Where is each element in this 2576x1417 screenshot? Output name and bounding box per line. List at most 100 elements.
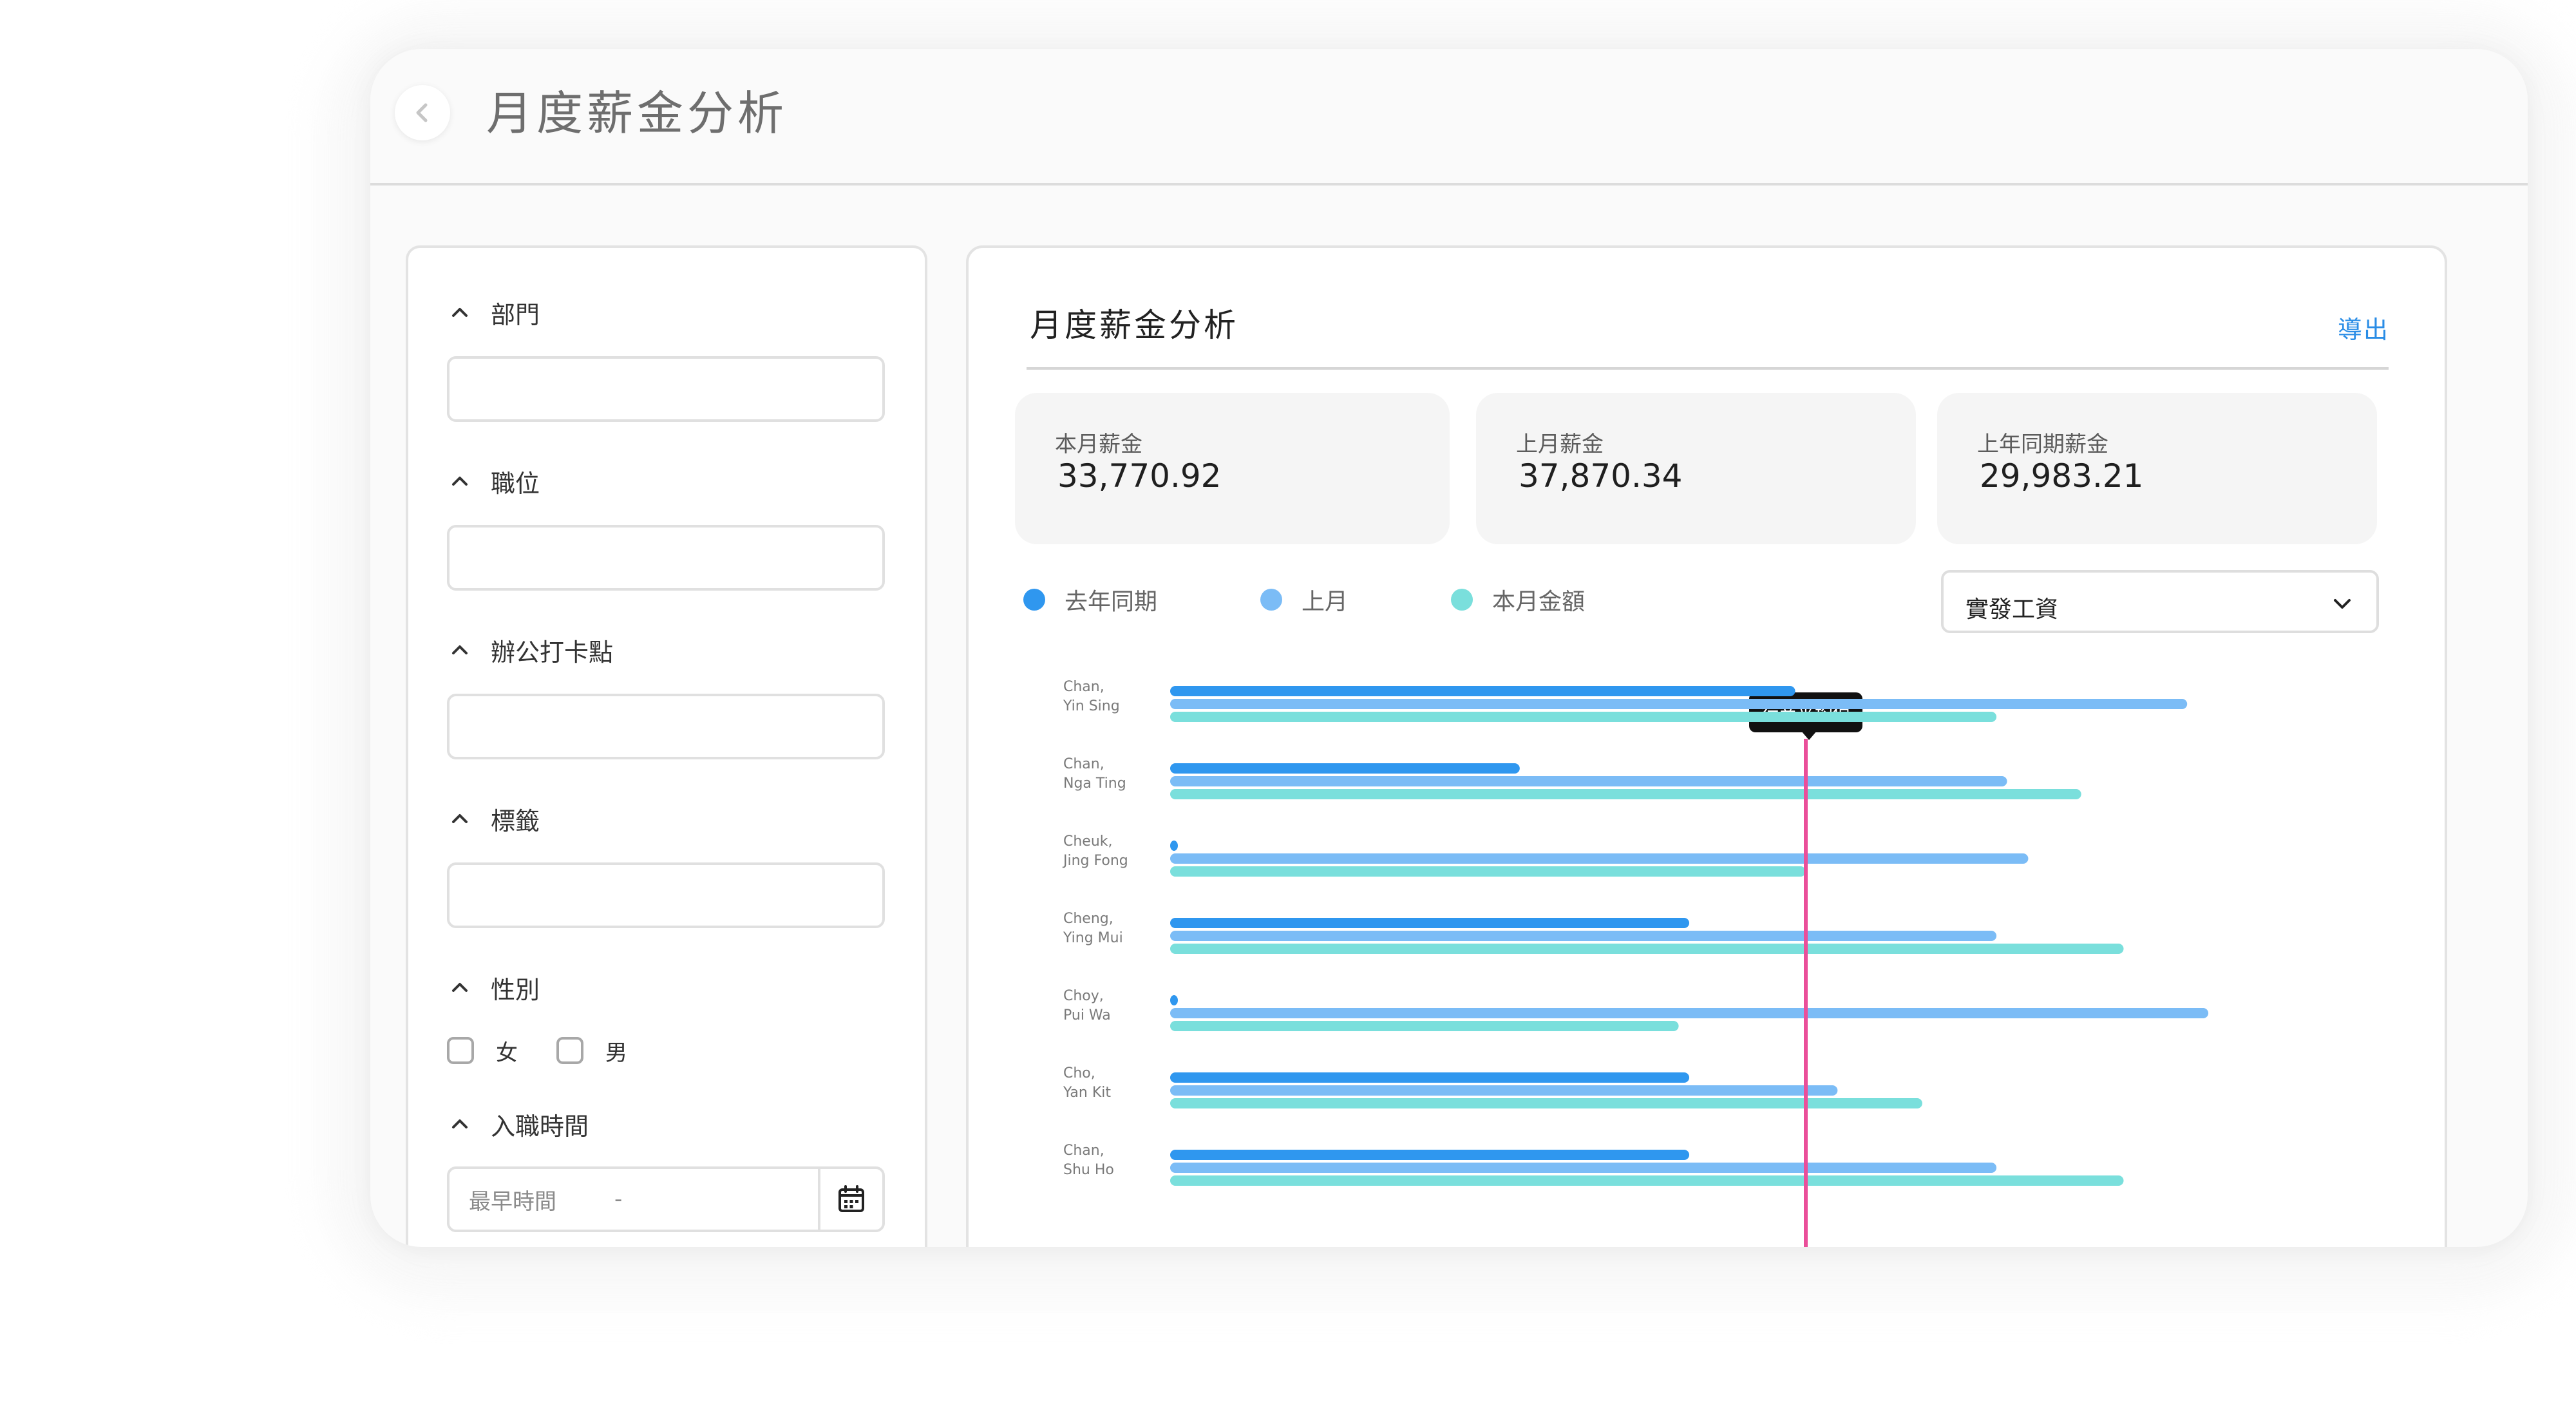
bar-this-month — [1170, 1021, 1679, 1031]
bar-last-month — [1170, 1163, 1997, 1173]
filter-office: 辦公打卡點 — [447, 631, 885, 759]
category-label: Shu Ho — [1063, 1162, 1114, 1178]
filter-gender: 性別 女 男 — [447, 968, 885, 1069]
legend-this-month: 本月金額 — [1451, 583, 1585, 616]
stat-card-last-month: 上月薪金 37,870.34 — [1476, 393, 1916, 544]
chart-legend: 去年同期 上月 本月金額 — [1023, 583, 1688, 616]
chevron-up-icon — [447, 975, 473, 1000]
department-input[interactable] — [447, 356, 885, 422]
page-header: 月度薪金分析 — [370, 49, 2528, 185]
filter-tags-label: 標籤 — [491, 806, 540, 835]
back-button[interactable] — [395, 85, 450, 140]
bar-this-month — [1170, 789, 2081, 799]
salary-analysis-panel: 月度薪金分析 導出 本月薪金 33,770.92 上月薪金 37,870.34 … — [966, 245, 2447, 1247]
bar-last-month — [1170, 931, 1997, 941]
filter-tags: 標籤 — [447, 799, 885, 928]
category-label: Choy, — [1063, 988, 1104, 1004]
hire-date-separator: - — [614, 1186, 623, 1212]
app-window: 月度薪金分析 部門 職位 辦公打卡點 標籤 性別 女 男 入職時間 最早時間 -… — [370, 49, 2528, 1247]
panel-title: 月度薪金分析 — [1030, 307, 1238, 344]
legend-dot-last-year — [1023, 589, 1045, 611]
stat-last-month-label: 上月薪金 — [1516, 432, 1604, 457]
stat-this-month-label: 本月薪金 — [1055, 432, 1142, 457]
panel-divider — [1027, 367, 2389, 370]
chevron-up-icon — [447, 1111, 473, 1137]
category-label: Jing Fong — [1062, 853, 1128, 869]
chevron-down-icon — [2334, 599, 2351, 609]
gender-female-checkbox[interactable] — [447, 1037, 474, 1064]
chevron-up-icon — [447, 637, 473, 663]
category-label: Chan, — [1063, 1143, 1104, 1159]
bar-last-month — [1170, 1085, 1838, 1096]
salary-type-value: 實發工資 — [1965, 596, 2059, 623]
hire-date-start-placeholder: 最早時間 — [469, 1188, 556, 1215]
category-label: Chan, — [1063, 756, 1104, 772]
legend-last-month-label: 上月 — [1302, 589, 1349, 615]
filter-department-toggle[interactable]: 部門 — [447, 293, 885, 332]
tags-input[interactable] — [447, 862, 885, 928]
bar-this-month — [1170, 866, 1806, 877]
category-label: Chan, — [1063, 679, 1104, 695]
stat-this-month-value: 33,770.92 — [1057, 457, 1222, 495]
chevron-up-icon — [447, 300, 473, 325]
gender-male-label: 男 — [605, 1040, 627, 1066]
bar-last-month — [1170, 699, 2188, 709]
export-button[interactable]: 導出 — [2338, 310, 2389, 345]
bar-this-month — [1170, 1175, 2124, 1186]
stat-last-year-value: 29,983.21 — [1980, 457, 2144, 495]
filter-position-label: 職位 — [491, 469, 540, 498]
filter-hire-date-toggle[interactable]: 入職時間 — [447, 1105, 885, 1143]
category-label: Cho, — [1063, 1065, 1095, 1081]
filter-position-toggle[interactable]: 職位 — [447, 462, 885, 500]
bar-last-year — [1170, 841, 1178, 851]
category-label: Ying Mui — [1063, 930, 1123, 946]
bar-last-year — [1170, 995, 1178, 1005]
filter-tags-toggle[interactable]: 標籤 — [447, 799, 885, 838]
bar-last-month — [1170, 776, 2007, 786]
gender-male-checkbox[interactable] — [556, 1037, 583, 1064]
filter-panel: 部門 職位 辦公打卡點 標籤 性別 女 男 入職時間 最早時間 - — [406, 245, 927, 1247]
filter-department: 部門 — [447, 293, 885, 422]
category-label: Nga Ting — [1063, 775, 1126, 792]
bar-last-year — [1170, 763, 1520, 774]
hire-date-range-input[interactable]: 最早時間 - — [447, 1166, 885, 1232]
gender-female-label: 女 — [496, 1040, 518, 1066]
category-label: Cheuk, — [1063, 833, 1113, 850]
filter-hire-date: 入職時間 最早時間 - — [447, 1105, 885, 1232]
stat-card-last-year: 上年同期薪金 29,983.21 — [1937, 393, 2377, 544]
filter-department-label: 部門 — [491, 300, 540, 329]
filter-office-toggle[interactable]: 辦公打卡點 — [447, 631, 885, 669]
office-input[interactable] — [447, 694, 885, 759]
salary-type-select[interactable]: 實發工資 — [1941, 570, 2379, 633]
legend-last-year: 去年同期 — [1023, 583, 1157, 616]
salary-bar-chart: Chan, Yin Sing Chan, Nga Ting Cheuk, Jing Fon… — [1062, 679, 2209, 1247]
legend-dot-last-month — [1260, 589, 1283, 611]
stat-card-this-month: 本月薪金 33,770.92 — [1015, 393, 1450, 544]
bar-last-year — [1170, 1150, 1690, 1160]
legend-last-year-label: 去年同期 — [1065, 589, 1158, 615]
gender-options: 女 男 — [447, 1032, 885, 1069]
filter-gender-label: 性別 — [491, 975, 540, 1004]
bar-last-year — [1170, 686, 1795, 696]
position-input[interactable] — [447, 525, 885, 591]
gender-male-option[interactable]: 男 — [556, 1035, 627, 1067]
filter-hire-date-label: 入職時間 — [491, 1112, 589, 1141]
calendar-button[interactable] — [818, 1169, 882, 1230]
calendar-icon — [838, 1185, 864, 1212]
page-title: 月度薪金分析 — [486, 86, 788, 140]
legend-dot-this-month — [1451, 589, 1473, 611]
bar-this-month — [1170, 944, 2124, 954]
chevron-left-icon — [416, 103, 428, 122]
category-label: Yan Kit — [1063, 1085, 1111, 1101]
bar-last-month — [1170, 1008, 2209, 1018]
bar-last-year — [1170, 1072, 1690, 1083]
chevron-up-icon — [447, 468, 473, 494]
stat-last-year-label: 上年同期薪金 — [1977, 432, 2108, 457]
bar-last-month — [1170, 853, 2029, 864]
category-label: Pui Wa — [1063, 1007, 1111, 1023]
bar-last-year — [1170, 918, 1690, 928]
filter-gender-toggle[interactable]: 性別 — [447, 968, 885, 1007]
gender-female-option[interactable]: 女 — [447, 1035, 518, 1067]
filter-position: 職位 — [447, 462, 885, 591]
chevron-up-icon — [447, 806, 473, 832]
